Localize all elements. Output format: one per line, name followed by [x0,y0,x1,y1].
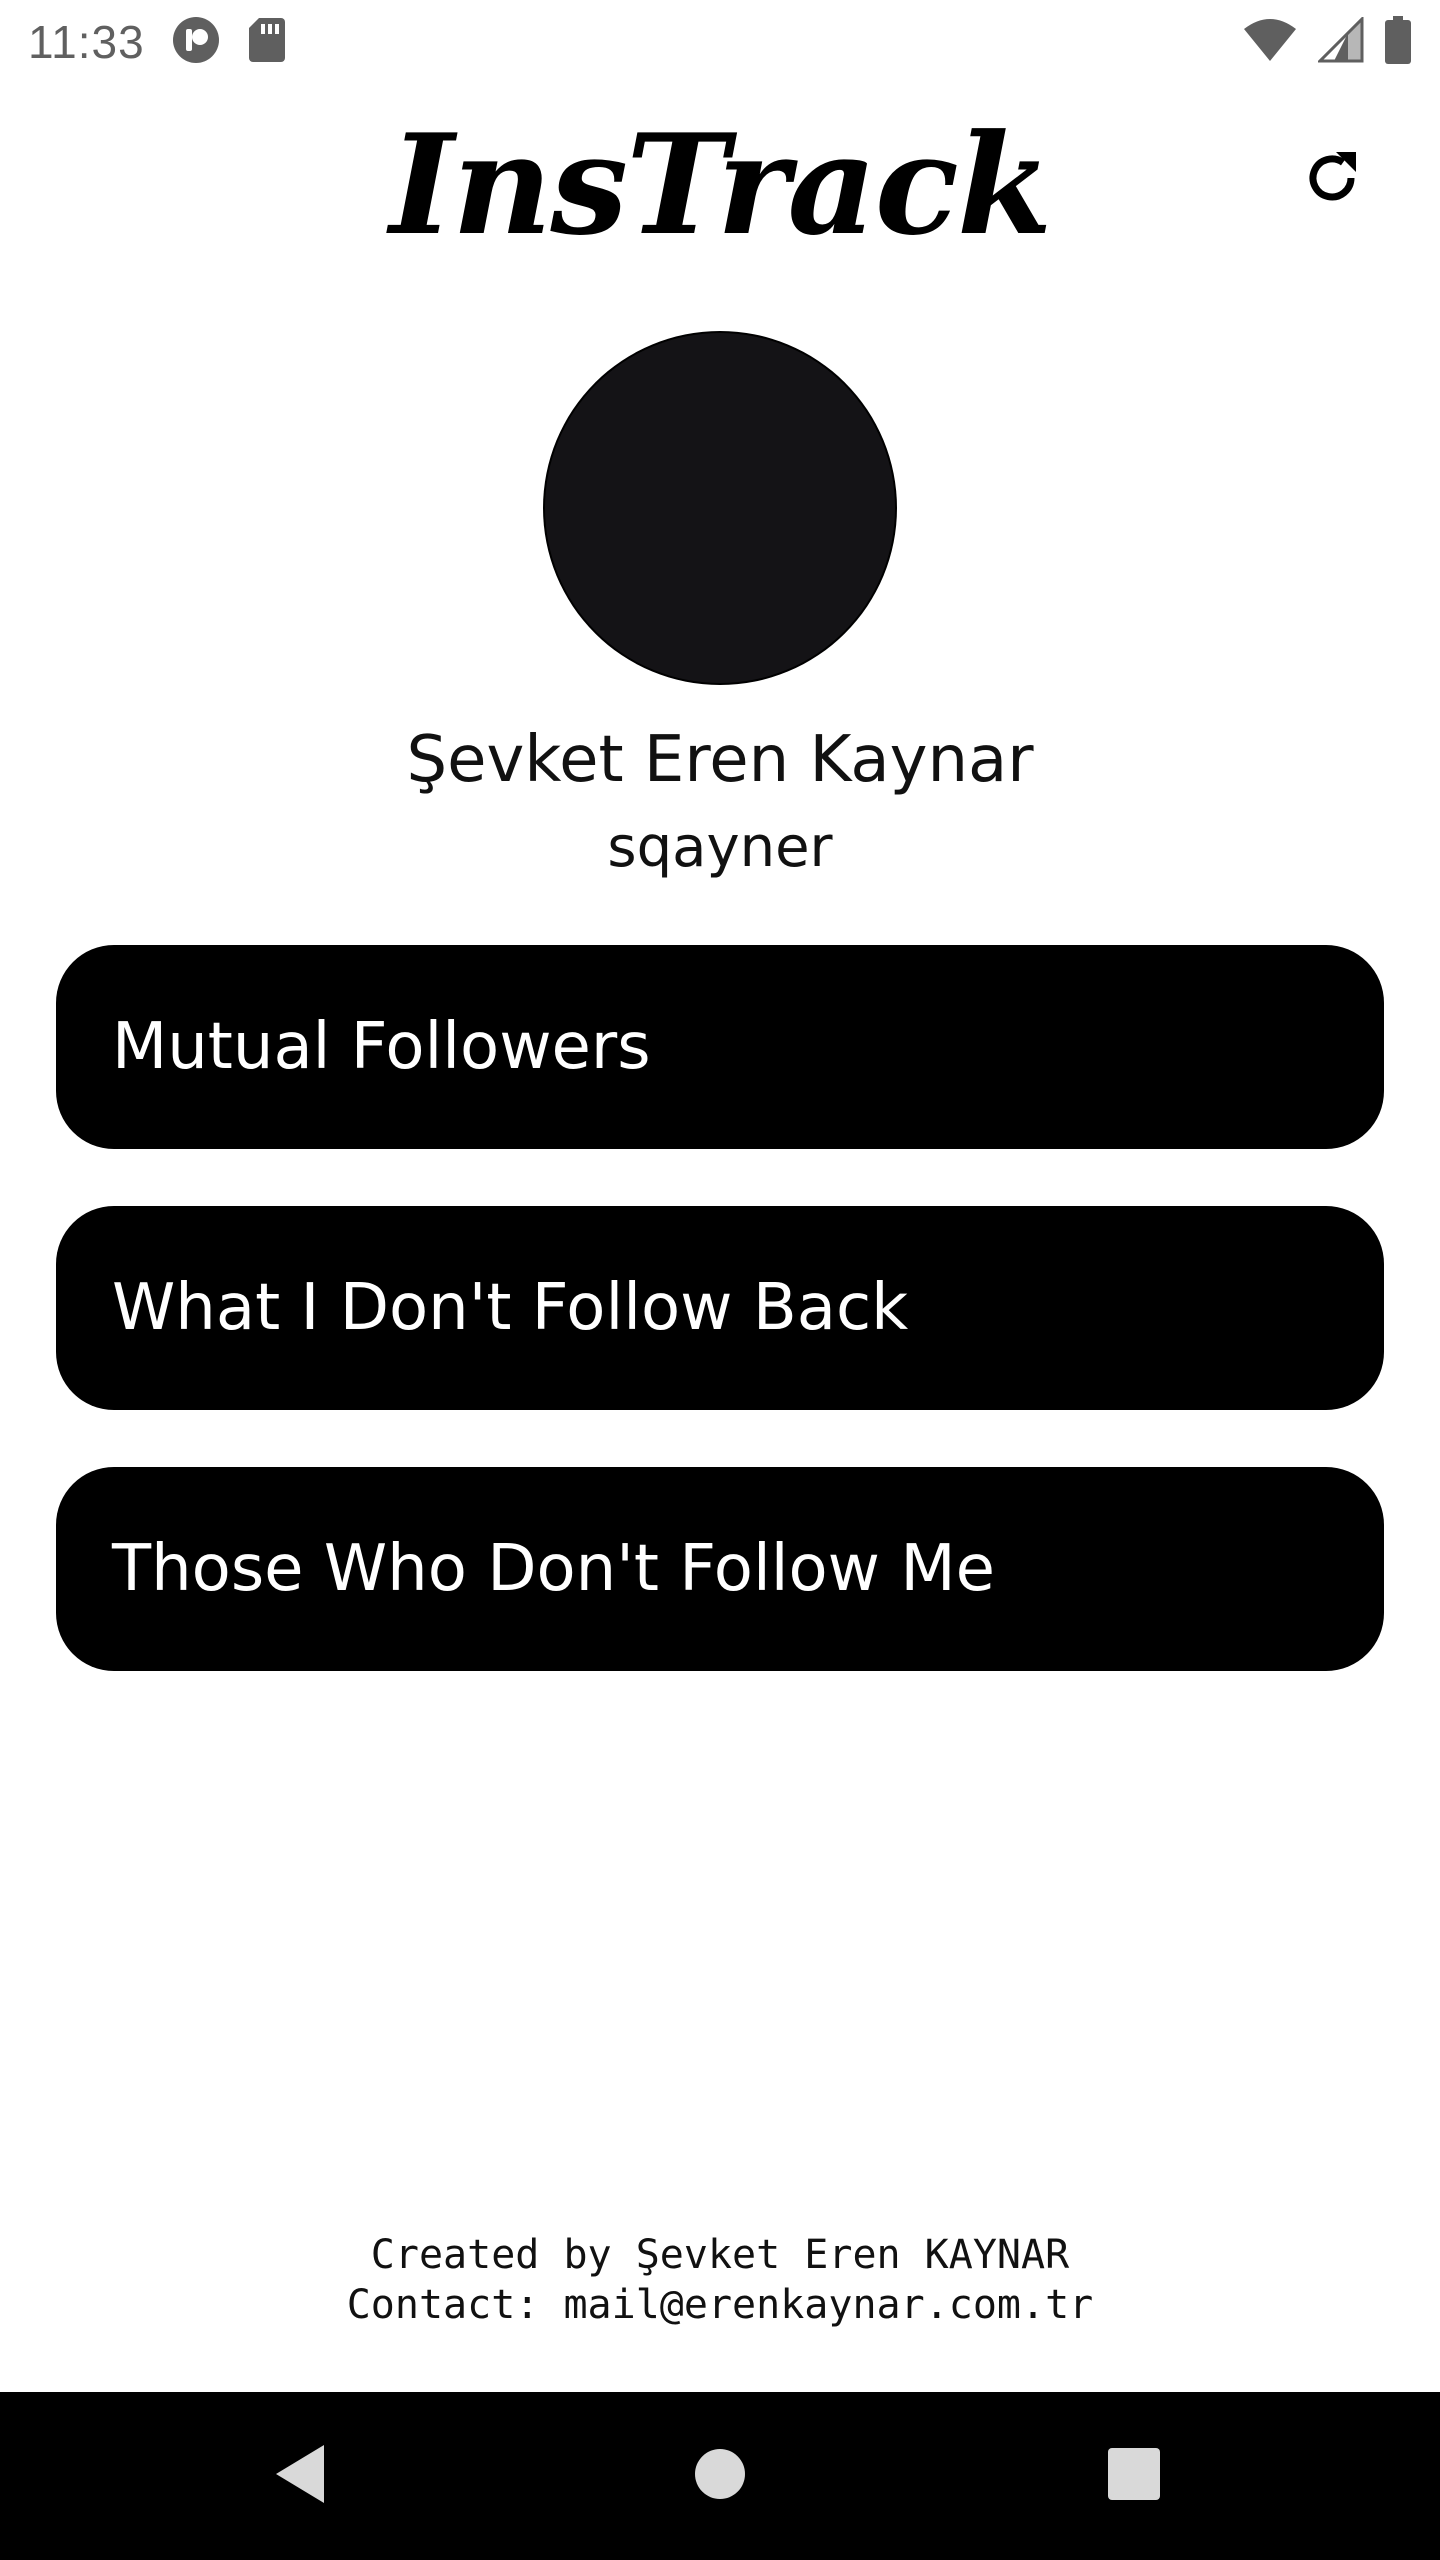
status-bar: 11:33 [0,0,1440,84]
not-following-me-button[interactable]: Those Who Don't Follow Me [56,1467,1384,1671]
status-left: 11:33 [28,15,287,69]
home-icon [694,2448,746,2504]
footer-contact: Contact: mail@erenkaynar.com.tr [346,2282,1094,2328]
cell-signal-icon [1316,15,1364,67]
nav-recents-button[interactable] [1034,2392,1234,2560]
footer-created-by: Created by Şevket Eren KAYNAR [370,2232,1070,2278]
not-following-me-label: Those Who Don't Follow Me [112,1532,995,1606]
app-title: InsTrack [389,103,1053,266]
footer: Created by Şevket Eren KAYNAR Contact: m… [0,2230,1440,2330]
battery-icon [1384,15,1412,69]
refresh-button[interactable] [1290,138,1374,222]
avatar [545,333,895,683]
wifi-icon [1242,17,1298,67]
profile-full-name: Şevket Eren Kaynar [406,723,1034,797]
nav-back-button[interactable] [200,2392,400,2560]
mutual-followers-label: Mutual Followers [112,1010,651,1084]
sd-card-icon [247,16,287,68]
status-time: 11:33 [28,16,145,68]
app-notification-icon [171,15,221,69]
app-header: InsTrack [0,100,1440,260]
profile-username: sqayner [607,815,833,880]
back-icon [272,2443,328,2509]
mutual-followers-button[interactable]: Mutual Followers [56,945,1384,1149]
navigation-bar [0,2392,1440,2560]
nav-home-button[interactable] [620,2392,820,2560]
status-right [1242,15,1412,69]
refresh-icon [1300,146,1364,214]
not-following-back-button[interactable]: What I Don't Follow Back [56,1206,1384,1410]
recents-icon [1107,2447,1161,2505]
not-following-back-label: What I Don't Follow Back [112,1271,909,1345]
